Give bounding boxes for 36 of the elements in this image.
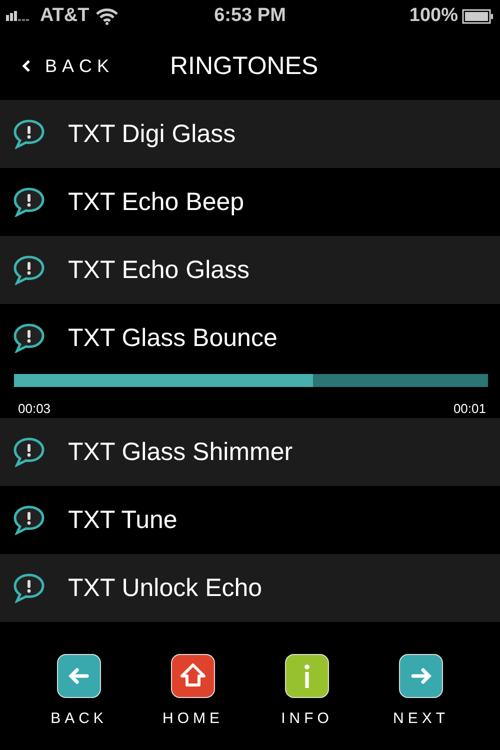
speech-bubble-icon [12,119,46,149]
home-button[interactable]: HOME [143,654,243,727]
battery-icon [462,8,494,24]
ringtone-row[interactable]: TXT Digi Glass [0,100,500,168]
remaining-time: 00:01 [453,401,486,416]
progress-bar[interactable] [14,374,488,387]
ringtone-row[interactable]: TXT Unlock Echo [0,554,500,622]
chevron-left-icon [22,59,31,73]
speech-bubble-icon [12,255,46,285]
ringtone-row[interactable]: TXT Tune [0,486,500,554]
ringtone-name: TXT Tune [68,506,178,534]
ringtone-name: TXT Glass Shimmer [68,438,293,466]
back-button[interactable]: BACK [29,654,129,727]
ringtone-name: TXT Echo Beep [68,188,244,216]
page-title: RINGTONES [170,52,318,80]
ringtone-row[interactable]: TXT Glass Shimmer [0,418,500,486]
speech-bubble-icon [12,323,46,353]
ringtone-name: TXT Glass Bounce [68,324,278,352]
ringtone-name: TXT Echo Glass [68,256,250,284]
carrier: AT&T [40,5,90,27]
ringtone-name: TXT Unlock Echo [68,574,262,602]
speech-bubble-icon [12,437,46,467]
ringtone-row[interactable]: TXT Echo Beep [0,168,500,236]
clock: 6:53 PM [214,5,286,27]
ringtone-name: TXT Digi Glass [68,120,236,148]
speech-bubble-icon [12,573,46,603]
next-button[interactable]: NEXT [371,654,471,727]
elapsed-time: 00:03 [18,401,51,416]
speech-bubble-icon [12,505,46,535]
wifi-icon [95,7,120,25]
info-button[interactable]: INFO [257,654,357,727]
ringtone-row[interactable]: TXT Glass Bounce [0,304,500,372]
speech-bubble-icon [12,187,46,217]
back-button[interactable]: BACK [0,56,170,76]
ringtone-row[interactable]: TXT Echo Glass [0,236,500,304]
battery-percent: 100% [409,5,458,27]
